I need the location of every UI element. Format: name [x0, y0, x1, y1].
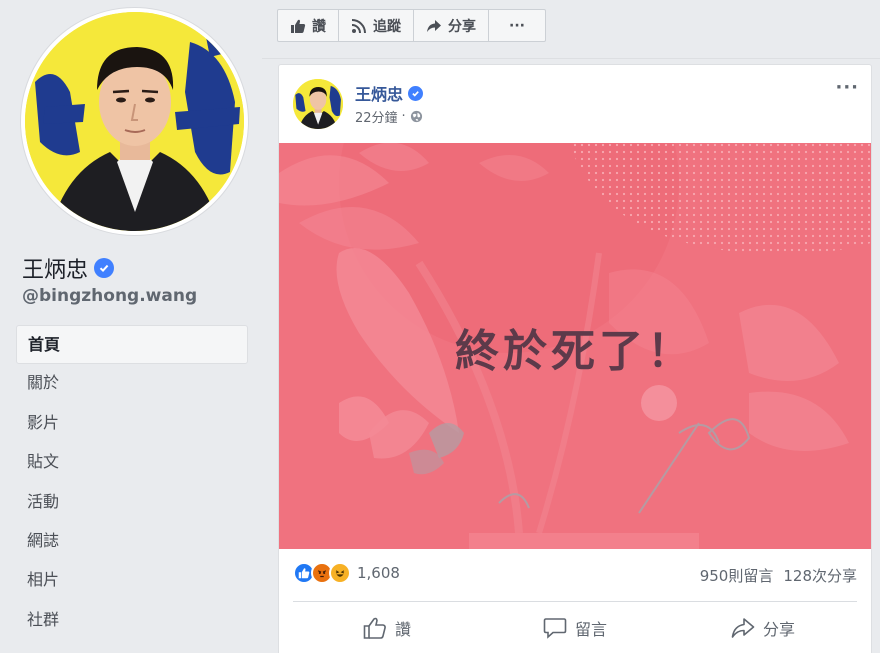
post-card: 王炳忠 22分鐘 · ··· 終於死了！ 1,608 950則留言 128次分享… [278, 64, 872, 653]
like-page-button[interactable]: 讚 [278, 10, 339, 41]
nav-item-photos[interactable]: 相片 [16, 561, 248, 600]
page-action-bar: 讚 追蹤 分享 ··· [277, 9, 546, 42]
page-handle[interactable]: @bingzhong.wang [22, 286, 197, 306]
more-options-button[interactable]: ··· [489, 10, 545, 41]
page-nav: 首頁 關於 影片 貼文 活動 網誌 相片 社群 [16, 325, 248, 640]
post-image[interactable]: 終於死了！ [279, 143, 871, 549]
profile-picture[interactable] [21, 8, 248, 235]
thumbs-up-outline-icon [363, 617, 386, 639]
like-page-label: 讚 [312, 18, 326, 35]
nav-item-home[interactable]: 首頁 [16, 325, 248, 365]
post-author-avatar[interactable] [293, 79, 343, 129]
author-photo-thumbnail [293, 79, 343, 129]
post-comment-button[interactable]: 留言 [481, 609, 669, 647]
post-author[interactable]: 王炳忠 [355, 81, 424, 105]
post-image-text: 終於死了！ [455, 326, 695, 377]
comment-count[interactable]: 950則留言 [700, 565, 774, 586]
haha-reaction-icon [329, 562, 351, 584]
share-arrow-icon [427, 19, 441, 32]
share-icon [731, 618, 755, 638]
verified-badge-icon [408, 85, 424, 101]
post-author-name: 王炳忠 [355, 85, 404, 104]
share-page-button[interactable]: 分享 [414, 10, 489, 41]
page-name-text: 王炳忠 [22, 258, 89, 283]
share-count[interactable]: 128次分享 [783, 565, 857, 586]
page-sidebar: 王炳忠 @bingzhong.wang 首頁 關於 影片 貼文 活動 網誌 相片… [0, 0, 262, 653]
post-like-label: 讚 [394, 620, 411, 639]
nav-item-about[interactable]: 關於 [16, 364, 248, 403]
post-share-label: 分享 [762, 620, 795, 639]
nav-item-videos[interactable]: 影片 [16, 404, 248, 443]
post-time[interactable]: 22分鐘 [355, 107, 398, 126]
share-page-label: 分享 [448, 18, 476, 35]
follow-button[interactable]: 追蹤 [339, 10, 414, 41]
stats-divider [293, 601, 857, 602]
nav-item-community[interactable]: 社群 [16, 601, 248, 640]
follow-label: 追蹤 [373, 18, 401, 35]
post-stats: 950則留言 128次分享 [700, 565, 857, 586]
globe-icon [410, 110, 422, 123]
nav-item-events[interactable]: 活動 [16, 483, 248, 522]
rss-icon [351, 18, 366, 33]
post-timestamp: 22分鐘 · [355, 107, 423, 126]
post-actions: 讚 留言 分享 [293, 609, 857, 647]
nav-item-posts[interactable]: 貼文 [16, 443, 248, 482]
verified-badge-icon [94, 258, 115, 278]
nav-item-notes[interactable]: 網誌 [16, 522, 248, 561]
profile-photo-illustration [25, 12, 244, 231]
post-like-button[interactable]: 讚 [293, 609, 481, 647]
post-more-options-icon[interactable]: ··· [835, 77, 859, 98]
post-share-button[interactable]: 分享 [669, 609, 857, 647]
header-divider [262, 58, 880, 59]
post-comment-label: 留言 [574, 620, 607, 639]
more-options-icon: ··· [509, 17, 525, 34]
thumbs-up-icon [291, 19, 306, 33]
page-title: 王炳忠 [22, 252, 115, 284]
reactions-summary[interactable]: 1,608 [293, 562, 400, 584]
comment-icon [543, 618, 567, 639]
avatar [25, 12, 244, 231]
reaction-count: 1,608 [357, 564, 400, 582]
